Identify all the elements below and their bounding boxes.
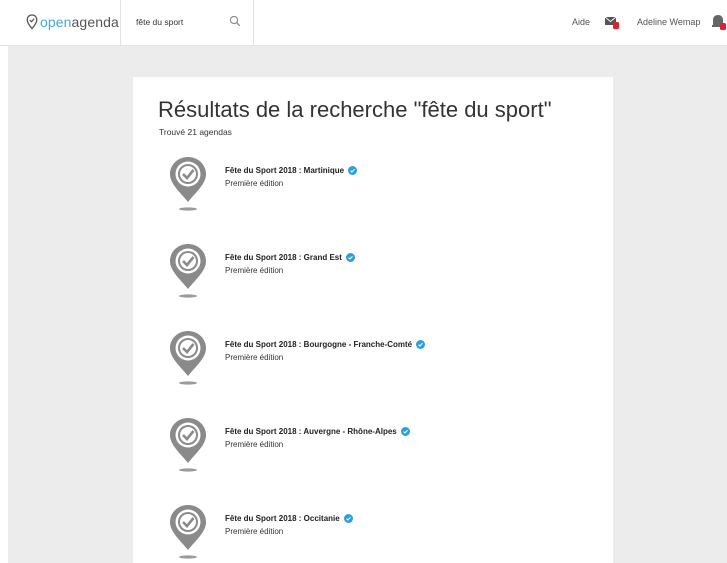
agenda-pin-icon [170,331,206,385]
left-edge-panel [0,46,8,563]
agenda-name[interactable]: Fête du Sport 2018 : Grand Est [225,253,355,262]
verified-check-icon [400,427,410,436]
openagenda-logo[interactable]: open agenda [26,13,119,31]
help-link[interactable]: Aide [572,17,590,27]
list-item[interactable]: Fête du Sport 2018 : Occitanie Première … [133,499,613,561]
agenda-name[interactable]: Fête du Sport 2018 : Martinique [225,166,358,175]
location-pin-icon [26,14,38,30]
agenda-name-text[interactable]: Fête du Sport 2018 : Martinique [225,166,344,175]
logo-text-open: open [40,14,72,30]
logo-text-agenda: agenda [71,14,119,30]
list-item[interactable]: Fête du Sport 2018 : Bourgogne - Franche… [133,325,613,387]
search-input[interactable]: fête du sport [136,17,183,27]
agenda-subtitle: Première édition [225,353,284,362]
verified-check-icon [343,514,353,523]
agenda-subtitle: Première édition [225,440,284,449]
agenda-name[interactable]: Fête du Sport 2018 : Auvergne - Rhône-Al… [225,427,410,436]
list-item[interactable]: Fête du Sport 2018 : Martinique Première… [133,151,613,213]
agenda-name-text[interactable]: Fête du Sport 2018 : Auvergne - Rhône-Al… [225,427,397,436]
agenda-pin-icon [170,418,206,472]
search-results-panel: Résultats de la recherche "fête du sport… [133,77,613,563]
agenda-name-text[interactable]: Fête du Sport 2018 : Occitanie [225,514,340,523]
agenda-subtitle: Première édition [225,266,284,275]
bell-icon[interactable] [711,13,727,31]
agenda-pin-icon [170,244,206,298]
agenda-pin-icon [170,157,206,211]
agenda-name[interactable]: Fête du Sport 2018 : Bourgogne - Franche… [225,340,426,349]
verified-check-icon [348,166,358,175]
search-box[interactable]: fête du sport [120,0,254,45]
verified-check-icon [416,340,426,349]
agenda-subtitle: Première édition [225,179,284,188]
results-count: Trouvé 21 agendas [159,127,232,137]
list-item[interactable]: Fête du Sport 2018 : Grand Est Première … [133,238,613,300]
mail-icon[interactable] [604,14,620,30]
agenda-name[interactable]: Fête du Sport 2018 : Occitanie [225,514,353,523]
agenda-pin-icon [170,505,206,559]
page-title: Résultats de la recherche "fête du sport… [158,97,552,122]
search-icon[interactable] [229,15,241,27]
user-menu[interactable]: Adeline Wemap [637,17,700,27]
agenda-subtitle: Première édition [225,527,284,536]
verified-check-icon [345,253,355,262]
agenda-name-text[interactable]: Fête du Sport 2018 : Grand Est [225,253,342,262]
top-navigation-bar: open agenda fête du sport Aide Adeline We… [0,0,727,46]
list-item[interactable]: Fête du Sport 2018 : Auvergne - Rhône-Al… [133,412,613,474]
agenda-name-text[interactable]: Fête du Sport 2018 : Bourgogne - Franche… [225,340,412,349]
